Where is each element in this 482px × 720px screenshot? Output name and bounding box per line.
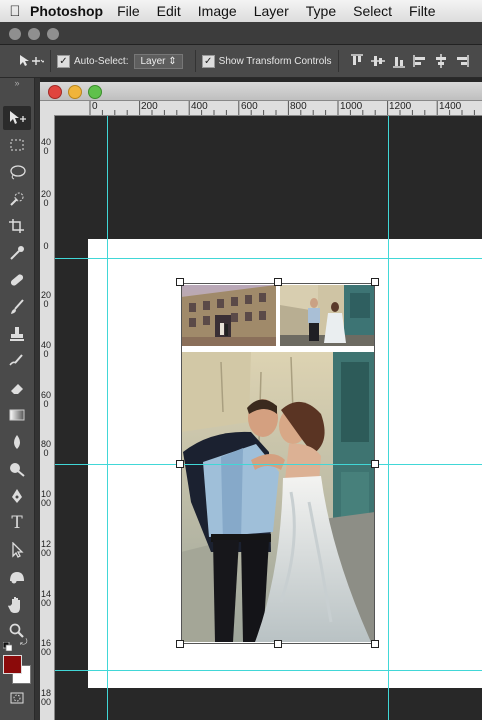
menu-select[interactable]: Select [353,3,392,19]
auto-select-checkbox[interactable]: ✓ [57,54,70,68]
path-selection-icon[interactable] [3,538,31,562]
default-colors-icon[interactable] [2,638,13,652]
zoom-window-button[interactable] [47,28,59,40]
align-horizontal-center-icon[interactable] [432,52,450,70]
move-tool-icon[interactable] [3,106,31,130]
transform-handle-bottom-left[interactable] [176,640,184,648]
tools-panel: » T ⤾ [0,78,35,720]
guide-horizontal[interactable] [55,258,482,259]
ruler-label: 200 [141,101,158,112]
ruler-label: 200 [41,189,52,208]
align-right-icon[interactable] [453,52,471,70]
crop-tool-icon[interactable] [3,214,31,238]
shape-tool-icon[interactable] [3,565,31,589]
show-transform-checkbox[interactable]: ✓ [201,54,215,68]
menu-app-name[interactable]: Photoshop [30,3,103,19]
ruler-label: 400 [41,137,52,156]
menu-layer[interactable]: Layer [254,3,289,19]
move-tool-preset-icon[interactable] [18,53,44,69]
transform-handle-top-left[interactable] [176,278,184,286]
transform-handle-middle-left[interactable] [176,460,184,468]
ruler-label: 0 [43,241,49,251]
auto-select-label: Auto-Select: [74,55,129,67]
document-zoom-button[interactable] [88,85,102,99]
menu-bar:  Photoshop File Edit Image Layer Type S… [0,0,482,23]
auto-select-dropdown[interactable]: Layer ⇕ [134,53,183,69]
vertical-ruler[interactable]: 400 200 0 200 400 600 800 1000 1200 1400… [40,115,55,720]
document-title-bar [40,82,482,101]
ruler-label: 0 [92,101,98,112]
ruler-label: 1400 [439,101,462,112]
ruler-label: 1200 [389,101,412,112]
options-separator [337,50,339,72]
menu-type[interactable]: Type [306,3,336,19]
options-separator [50,50,51,72]
ruler-label: 1400 [41,589,52,608]
menu-file[interactable]: File [117,3,140,19]
ruler-label: 1800 [41,688,52,707]
ruler-label: 400 [191,101,208,112]
gradient-tool-icon[interactable] [3,403,31,427]
guide-horizontal[interactable] [55,670,482,671]
ruler-label: 1000 [340,101,363,112]
panel-collapse-icon[interactable]: » [0,78,34,88]
ruler-label: 800 [290,101,307,112]
transform-handle-bottom-center[interactable] [274,640,282,648]
document-minimize-button[interactable] [68,85,82,99]
ruler-label: 800 [41,439,52,458]
ruler-label: 200 [41,290,52,309]
apple-icon[interactable]:  [0,3,30,20]
ruler-label: 1200 [41,539,52,558]
foreground-color-swatch[interactable] [3,655,22,674]
ruler-label: 1000 [41,489,52,508]
marquee-tool-icon[interactable] [3,133,31,157]
eraser-tool-icon[interactable] [3,376,31,400]
menu-edit[interactable]: Edit [157,3,181,19]
transform-handle-middle-right[interactable] [371,460,379,468]
menu-image[interactable]: Image [198,3,237,19]
align-top-icon[interactable] [348,52,366,70]
lasso-tool-icon[interactable] [3,160,31,184]
type-tool-icon[interactable]: T [3,511,31,535]
align-vertical-center-icon[interactable] [369,52,387,70]
guide-vertical[interactable] [107,116,108,720]
quick-mask-icon[interactable] [3,686,31,710]
horizontal-ruler[interactable]: 0 200 400 600 800 1000 1200 1400 [40,101,482,116]
history-brush-icon[interactable] [3,349,31,373]
show-transform-label: Show Transform Controls [218,55,332,67]
align-left-icon[interactable] [411,52,429,70]
auto-select-value: Layer [140,55,166,67]
guide-vertical[interactable] [388,116,389,720]
minimize-window-button[interactable] [28,28,40,40]
ruler-label: 600 [41,390,52,409]
healing-brush-icon[interactable] [3,268,31,292]
clone-stamp-icon[interactable] [3,322,31,346]
blur-tool-icon[interactable] [3,430,31,454]
brush-tool-icon[interactable] [3,295,31,319]
menu-filter[interactable]: Filte [409,3,435,19]
transform-handle-bottom-right[interactable] [371,640,379,648]
ruler-label: 400 [41,340,52,359]
ruler-label: 600 [241,101,258,112]
document-close-button[interactable] [48,85,62,99]
eyedropper-tool-icon[interactable] [3,241,31,265]
pen-tool-icon[interactable] [3,484,31,508]
close-window-button[interactable] [9,28,21,40]
swap-colors-icon[interactable]: ⤾ [20,638,29,647]
options-bar: ✓ Auto-Select: Layer ⇕ ✓ Show Transform … [0,45,482,78]
transform-handle-top-center[interactable] [274,278,282,286]
hand-tool-icon[interactable] [3,592,31,616]
quick-select-tool-icon[interactable] [3,187,31,211]
options-separator [194,50,196,72]
document-canvas[interactable] [55,116,482,720]
dodge-tool-icon[interactable] [3,457,31,481]
horizontal-ruler-ticks [89,101,475,115]
transform-bounding-box[interactable] [181,283,375,644]
align-bottom-icon[interactable] [390,52,408,70]
ruler-label: 1600 [41,638,52,657]
app-title-bar [0,22,482,45]
transform-handle-top-right[interactable] [371,278,379,286]
